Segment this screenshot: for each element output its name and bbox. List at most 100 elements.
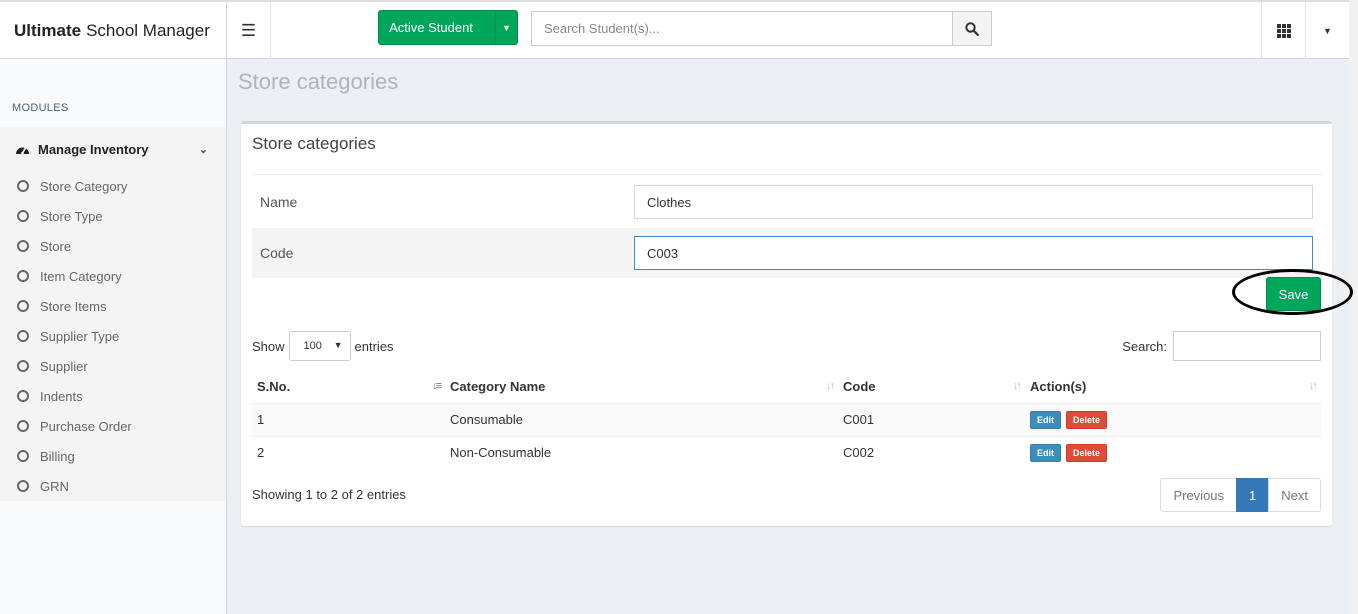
code-row: Code <box>252 228 1313 278</box>
apps-grid-button[interactable] <box>1261 2 1305 59</box>
sidebar-item-label: Billing <box>40 448 75 464</box>
table-header-row: S.No. ↓≡ Category Name ↓↑ Code ↓↑ Action(s)… <box>252 371 1321 404</box>
table-search-input[interactable] <box>1173 331 1321 361</box>
sidebar-item-item-category[interactable]: Item Category <box>0 261 226 291</box>
edit-button[interactable]: Edit <box>1030 443 1061 462</box>
column-header-category-name[interactable]: Category Name ↓↑ <box>445 371 838 404</box>
scrollbar[interactable] <box>1349 0 1358 614</box>
sidebar-toggle-button[interactable]: ☰ <box>227 2 271 59</box>
sidebar-item-label: Indents <box>40 388 83 404</box>
cell-actions: Edit Delete <box>1025 435 1321 469</box>
brand-bold: Ultimate <box>14 20 82 40</box>
cell-code: C001 <box>838 402 1025 436</box>
search-icon <box>965 21 979 36</box>
cell-actions: Edit Delete <box>1025 402 1321 436</box>
sidebar-item-supplier-type[interactable]: Supplier Type <box>0 321 226 351</box>
pagination-page-1[interactable]: 1 <box>1236 478 1270 512</box>
active-student-label: Active Student <box>389 20 473 35</box>
sidebar-item-label: Supplier Type <box>40 328 120 344</box>
sidebar-item-store-category[interactable]: Store Category <box>0 171 226 201</box>
divider <box>252 174 1322 175</box>
edit-button[interactable]: Edit <box>1030 410 1061 429</box>
sidebar-item-supplier[interactable]: Supplier <box>0 351 226 381</box>
sort-asc-icon: ↓≡ <box>432 380 442 392</box>
sidebar-item-label: GRN <box>40 478 69 494</box>
cell-code: C002 <box>838 435 1025 469</box>
brand-logo[interactable]: Ultimate School Manager <box>0 2 227 59</box>
page-title: Store categories <box>238 69 399 94</box>
sidebar-item-label: Store Items <box>40 298 107 314</box>
table-row: 1 Consumable C001 Edit Delete <box>252 402 1321 436</box>
table-search: Search: <box>1122 331 1321 361</box>
sidebar-item-label: Purchase Order <box>40 418 132 434</box>
entries-value: 100 <box>303 340 322 352</box>
sidebar-item-label: Store Category <box>40 178 128 194</box>
entries-length: Show 100 ▼ entries <box>252 331 394 361</box>
delete-button[interactable]: Delete <box>1066 410 1108 429</box>
code-label: Code <box>260 245 294 261</box>
delete-button[interactable]: Delete <box>1066 443 1108 462</box>
sidebar-item-store-items[interactable]: Store Items <box>0 291 226 321</box>
modules-header: MODULES <box>12 102 69 114</box>
active-student-button[interactable]: Active Student ▼ <box>378 10 518 45</box>
name-field[interactable] <box>634 185 1313 219</box>
name-label: Name <box>260 194 298 210</box>
circle-icon <box>17 420 29 432</box>
brand-rest: School Manager <box>86 20 210 40</box>
hamburger-icon: ☰ <box>240 20 257 40</box>
entries-select[interactable]: 100 ▼ <box>288 331 351 361</box>
cell-category-name: Non-Consumable <box>445 435 838 469</box>
sort-icon: ↓↑ <box>1309 380 1318 392</box>
save-button[interactable]: Save <box>1266 277 1321 311</box>
top-navbar: Ultimate School Manager ☰ Active Student… <box>0 0 1358 59</box>
menu-group-manage-inventory: Manage Inventory ⌄ Store Category Store … <box>0 127 226 501</box>
circle-icon <box>17 240 29 252</box>
student-search <box>531 11 992 46</box>
pagination-next[interactable]: Next <box>1268 478 1321 512</box>
sort-icon: ↓↑ <box>1013 380 1022 392</box>
table-info: Showing 1 to 2 of 2 entries <box>252 487 406 502</box>
store-categories-box: Store categories Name Code Save Show 100… <box>241 121 1353 526</box>
sidebar-item-label: Supplier <box>40 358 88 374</box>
sort-icon: ↓↑ <box>826 380 835 392</box>
sidebar: MODULES Manage Inventory ⌄ Store Categor… <box>0 59 227 614</box>
sidebar-item-label: Store <box>40 238 72 254</box>
sidebar-item-billing[interactable]: Billing <box>0 441 226 471</box>
circle-icon <box>17 180 29 192</box>
circle-icon <box>17 450 29 462</box>
cell-category-name: Consumable <box>445 402 838 436</box>
sidebar-item-store[interactable]: Store <box>0 231 226 261</box>
sidebar-item-indents[interactable]: Indents <box>0 381 226 411</box>
column-header-code[interactable]: Code ↓↑ <box>838 371 1025 404</box>
user-dropdown-button[interactable]: ▼ <box>1305 2 1349 59</box>
caret-down-icon: ▼ <box>1323 25 1332 36</box>
dashboard-icon <box>16 147 29 154</box>
column-header-actions[interactable]: Action(s) ↓↑ <box>1025 371 1321 404</box>
circle-icon <box>17 480 29 492</box>
pagination-previous[interactable]: Previous <box>1160 478 1238 512</box>
table-row: 2 Non-Consumable C002 Edit Delete <box>252 435 1321 469</box>
sidebar-group-label: Manage Inventory <box>38 141 149 157</box>
sidebar-item-grn[interactable]: GRN <box>0 471 226 501</box>
circle-icon <box>17 330 29 342</box>
sidebar-item-store-type[interactable]: Store Type <box>0 201 226 231</box>
student-search-input[interactable] <box>531 11 952 46</box>
box-title: Store categories <box>252 134 376 153</box>
chevron-down-icon: ⌄ <box>198 143 208 156</box>
circle-icon <box>17 360 29 372</box>
code-field[interactable] <box>634 236 1313 270</box>
pagination: Previous 1 Next <box>1160 478 1321 512</box>
sidebar-item-label: Store Type <box>40 208 103 224</box>
column-header-sno[interactable]: S.No. ↓≡ <box>252 371 445 404</box>
circle-icon <box>17 390 29 402</box>
search-button[interactable] <box>952 11 992 46</box>
cell-sno: 2 <box>252 435 445 469</box>
sidebar-item-label: Item Category <box>40 268 122 284</box>
sidebar-item-manage-inventory[interactable]: Manage Inventory ⌄ <box>0 127 226 171</box>
show-label: Show <box>252 338 285 354</box>
caret-down-icon[interactable]: ▼ <box>495 11 517 44</box>
name-row: Name <box>252 177 1313 227</box>
sidebar-item-purchase-order[interactable]: Purchase Order <box>0 411 226 441</box>
caret-down-icon: ▼ <box>333 340 343 350</box>
circle-icon <box>17 210 29 222</box>
